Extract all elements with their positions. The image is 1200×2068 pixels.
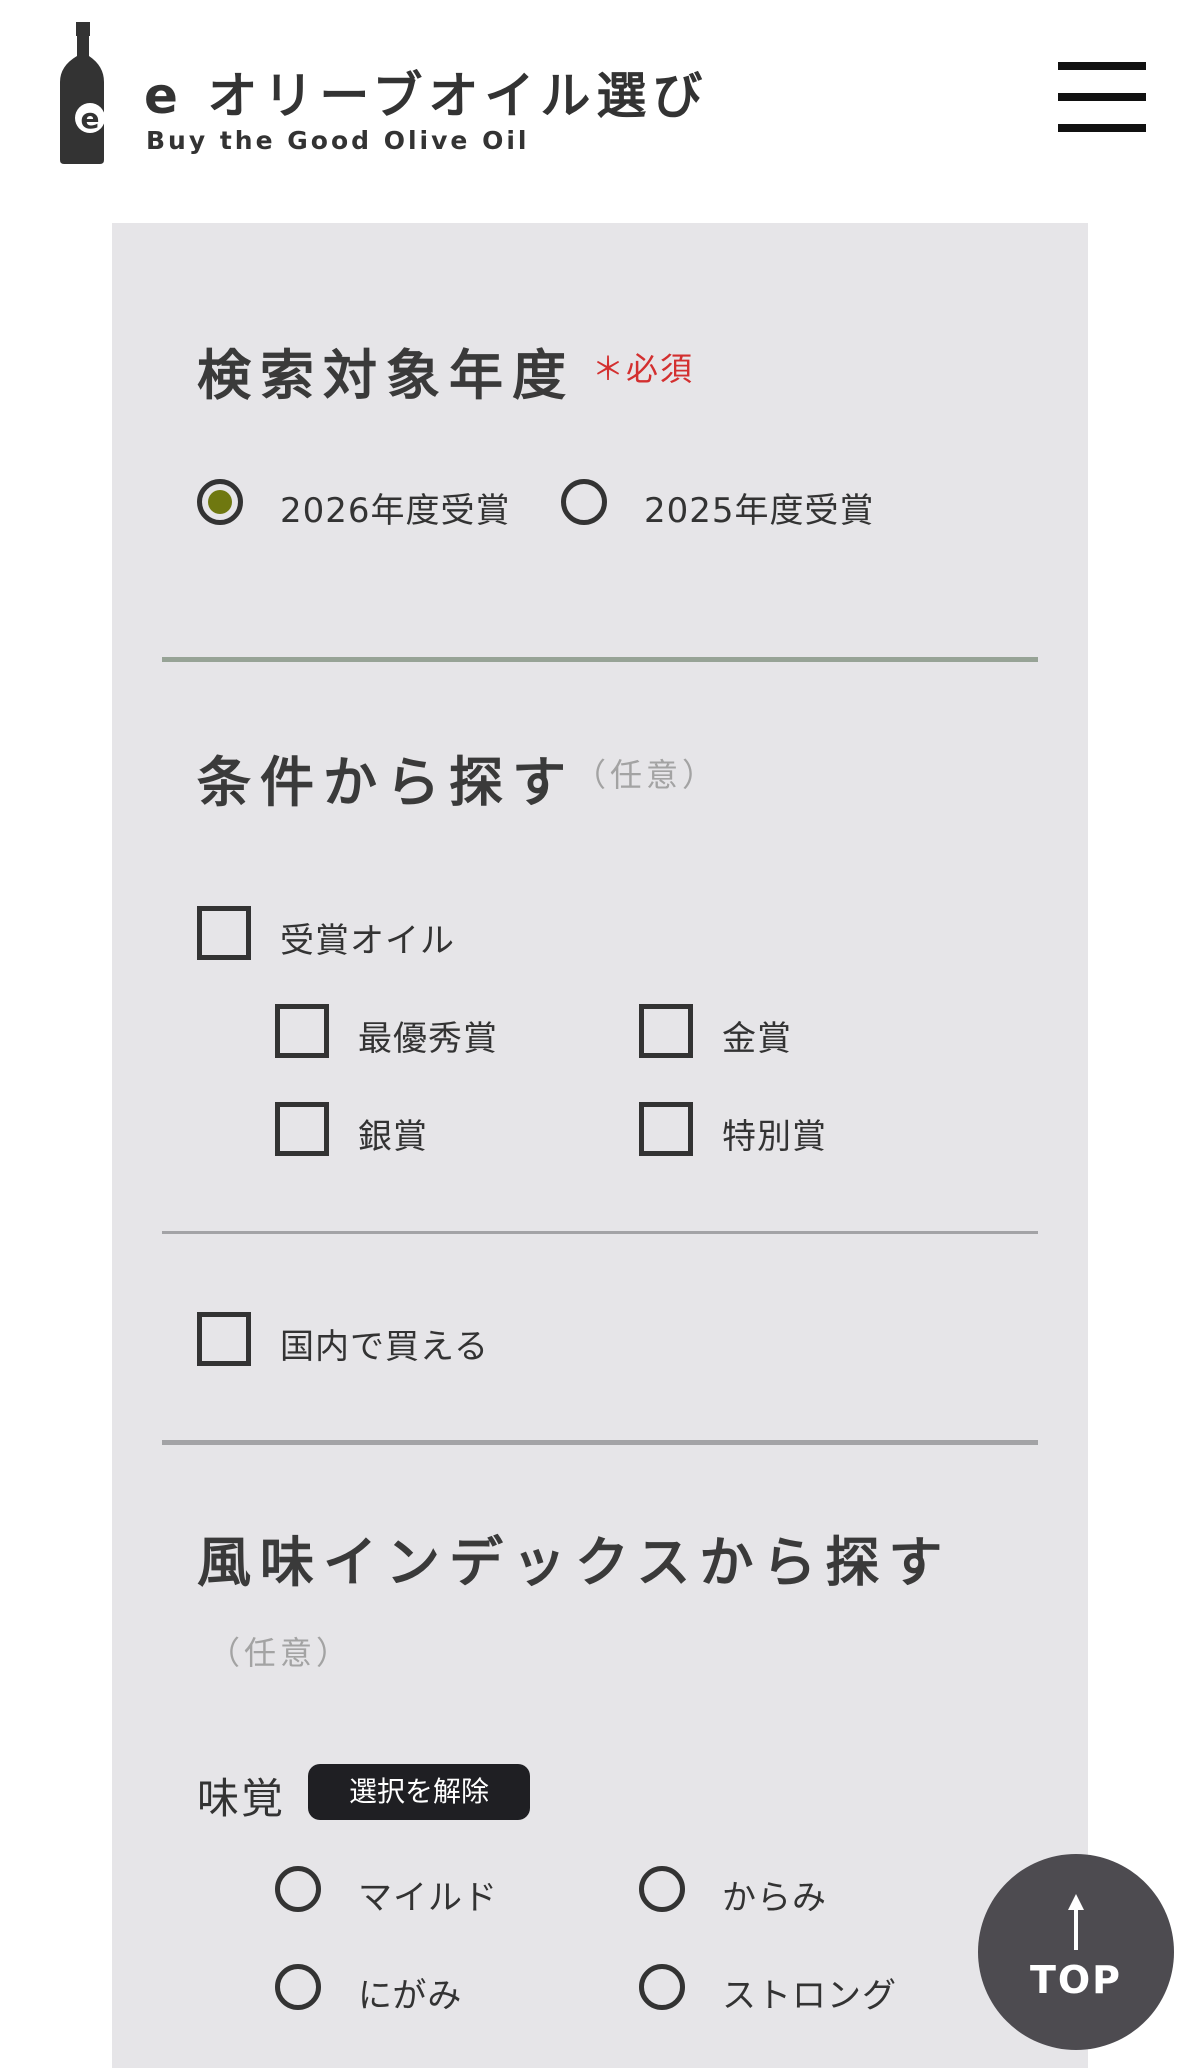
gold-prize-checkbox[interactable] — [639, 1004, 693, 1058]
year-2026-label[interactable]: 2026年度受賞 — [280, 483, 511, 532]
taste-heading: 味覚 — [197, 1774, 286, 1823]
gold-prize-label[interactable]: 金賞 — [722, 1011, 792, 1060]
hamburger-menu-icon[interactable] — [1058, 62, 1146, 134]
year-2026-radio[interactable] — [197, 479, 243, 525]
silver-prize-checkbox[interactable] — [275, 1102, 329, 1156]
section-divider — [162, 657, 1038, 662]
required-label: ＊必須 — [592, 350, 695, 388]
taste-bitter-label[interactable]: にがみ — [358, 1968, 462, 2017]
logo-letter: e — [81, 102, 100, 135]
taste-bitter-radio[interactable] — [275, 1964, 321, 2010]
grand-prize-label[interactable]: 最優秀賞 — [358, 1011, 498, 1060]
arrow-up-icon — [1068, 1894, 1084, 1950]
special-prize-checkbox[interactable] — [639, 1102, 693, 1156]
taste-mild-radio[interactable] — [275, 1866, 321, 1912]
back-to-top-label: TOP — [1029, 1958, 1123, 2002]
silver-prize-label[interactable]: 銀賞 — [358, 1109, 428, 1158]
year-2025-label[interactable]: 2025年度受賞 — [644, 483, 875, 532]
special-prize-label[interactable]: 特別賞 — [722, 1109, 827, 1158]
conditions-optional-label: （任意） — [574, 756, 719, 794]
year-2025-radio[interactable] — [561, 479, 607, 525]
domestic-label[interactable]: 国内で買える — [280, 1319, 489, 1368]
site-title: e オリーブオイル選び — [144, 67, 709, 125]
grand-prize-checkbox[interactable] — [275, 1004, 329, 1058]
site-header: e e オリーブオイル選び Buy the Good Olive Oil — [0, 0, 1200, 200]
taste-strong-label[interactable]: ストロング — [722, 1968, 897, 2017]
conditions-section-title: 条件から探す — [197, 751, 575, 814]
award-oil-checkbox[interactable] — [197, 906, 251, 960]
domestic-checkbox[interactable] — [197, 1312, 251, 1366]
site-logo[interactable]: e e オリーブオイル選び Buy the Good Olive Oil — [56, 22, 702, 172]
award-oil-label[interactable]: 受賞オイル — [280, 913, 455, 962]
year-section-title: 検索対象年度 — [197, 344, 575, 407]
subsection-divider — [162, 1231, 1038, 1234]
section-divider — [162, 1440, 1038, 1445]
flavor-section-title: 風味インデックスから探す — [197, 1531, 952, 1594]
taste-spicy-label[interactable]: からみ — [722, 1870, 827, 1919]
taste-spicy-radio[interactable] — [639, 1866, 685, 1912]
taste-mild-label[interactable]: マイルド — [358, 1870, 498, 1919]
olive-bottle-icon: e — [60, 22, 105, 164]
back-to-top-button[interactable]: TOP — [978, 1854, 1174, 2050]
search-panel: 検索対象年度 ＊必須 2026年度受賞 2025年度受賞 条件から探す （任意）… — [112, 223, 1088, 2068]
clear-selection-button[interactable]: 選択を解除 — [308, 1764, 530, 1820]
flavor-optional-label: （任意） — [208, 1634, 353, 1672]
taste-strong-radio[interactable] — [639, 1964, 685, 2010]
site-subtitle: Buy the Good Olive Oil — [146, 126, 530, 155]
